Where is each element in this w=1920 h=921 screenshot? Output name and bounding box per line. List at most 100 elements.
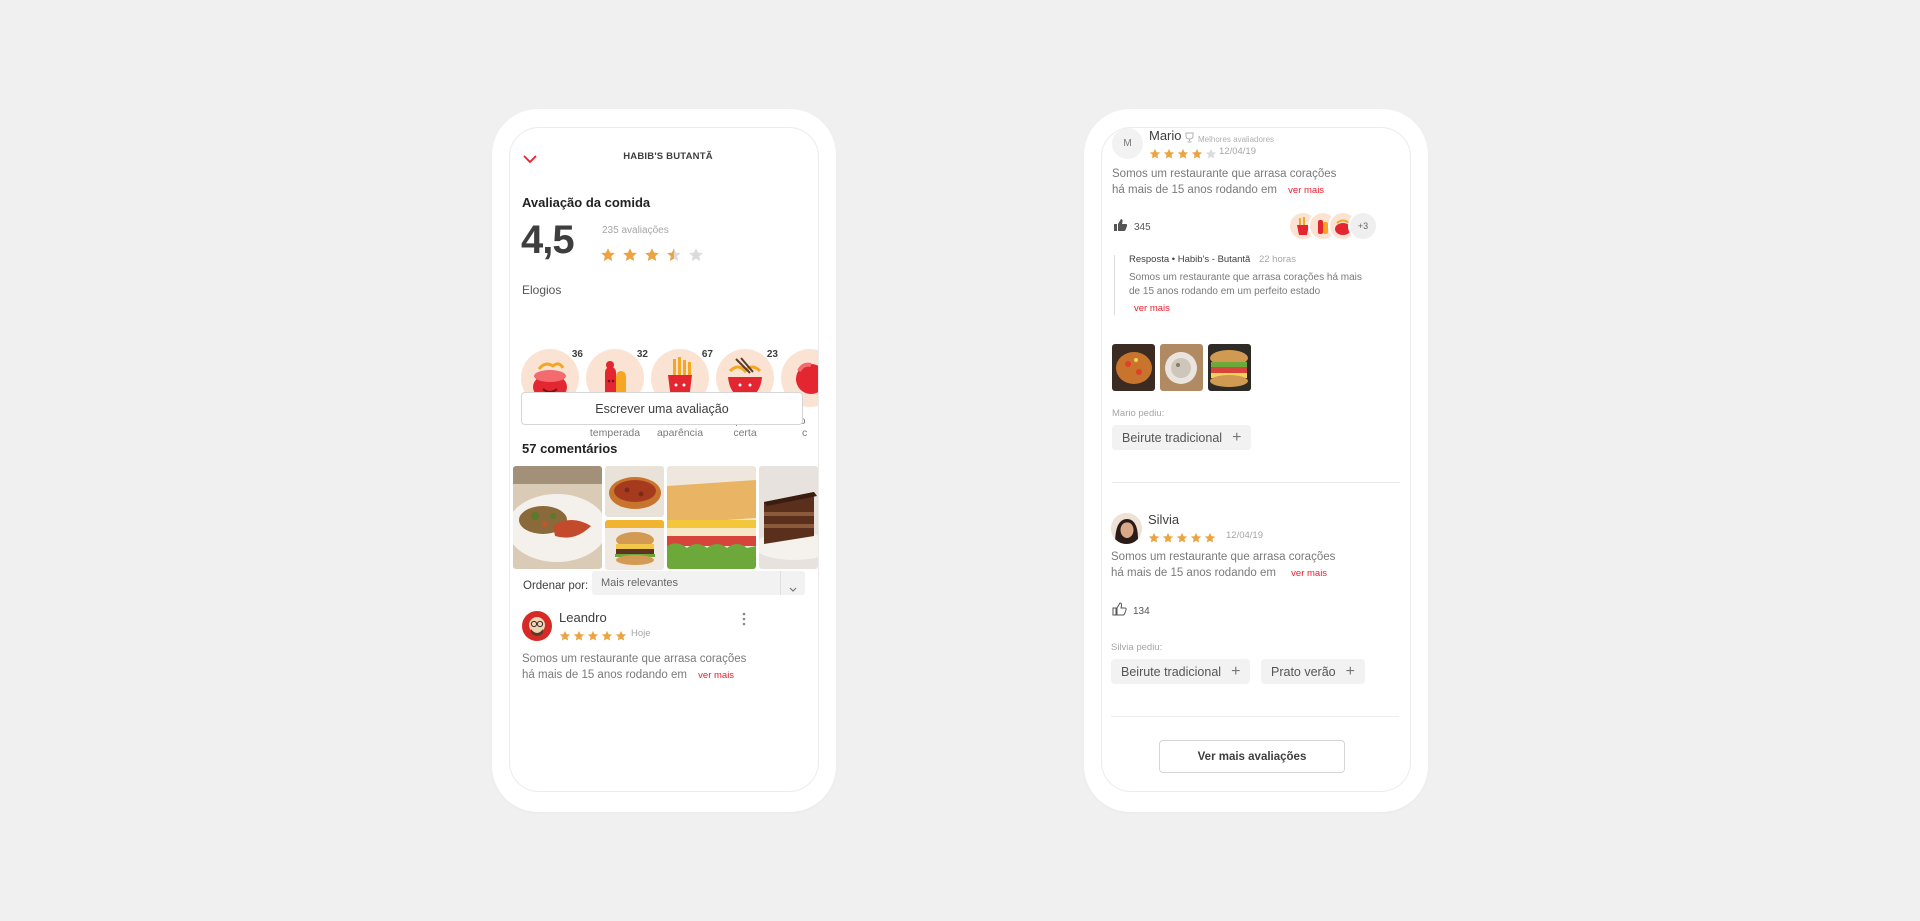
star-full-icon bbox=[1191, 148, 1203, 160]
review-text-line2: há mais de 15 anos rodando em bbox=[522, 669, 687, 681]
comments-title: 57 comentários bbox=[522, 441, 618, 456]
star-full-icon bbox=[573, 630, 585, 642]
plus-icon: + bbox=[1345, 662, 1355, 680]
review-text-line1: Somos um restaurante que arrasa corações bbox=[1111, 551, 1336, 563]
food-photo-sandwich[interactable] bbox=[667, 466, 756, 569]
review-stars bbox=[1149, 145, 1219, 159]
reviews-list-screen: M Mario Melhores avaliadores 12/04/19 So… bbox=[1101, 127, 1411, 792]
reply-block: Resposta • Habib's - Butantã 22 horas So… bbox=[1129, 254, 1399, 316]
review-photo-paella[interactable] bbox=[1112, 344, 1155, 391]
more-reviews-button[interactable]: Ver mais avaliações bbox=[1159, 740, 1345, 773]
star-full-icon bbox=[600, 247, 616, 263]
ordered-item-label: Beirute tradicional bbox=[1122, 430, 1223, 445]
star-empty-icon bbox=[1205, 148, 1217, 160]
compliments-title: Elogios bbox=[522, 283, 562, 297]
review-photo-dish[interactable] bbox=[1160, 344, 1203, 391]
ordered-item-chip[interactable]: Beirute tradicional + bbox=[1111, 659, 1251, 684]
review-stars bbox=[559, 627, 629, 641]
divider bbox=[1112, 482, 1400, 483]
avatar-initial: M bbox=[1123, 138, 1132, 149]
review-date: Hoje bbox=[631, 628, 651, 639]
star-full-icon bbox=[1176, 532, 1188, 544]
star-half-icon bbox=[666, 247, 682, 263]
plus-icon: + bbox=[1231, 662, 1241, 680]
ordered-item-chip[interactable]: Beirute tradicional + bbox=[1112, 425, 1252, 450]
star-full-icon bbox=[1163, 148, 1175, 160]
review-text-line2: há mais de 15 anos rodando em bbox=[1112, 184, 1277, 196]
star-full-icon bbox=[559, 630, 571, 642]
phone-left: HABIB'S BUTANTÃ Avaliação da comida 4,5 … bbox=[492, 109, 836, 812]
thumbs-up-outline-icon bbox=[1112, 602, 1127, 621]
sort-select-value: Mais relevantes bbox=[601, 577, 679, 589]
thumbs-up-icon bbox=[1113, 218, 1128, 237]
star-full-icon bbox=[1204, 532, 1216, 544]
compliment-label-line2: c bbox=[802, 427, 808, 439]
reviewer-name: Mario bbox=[1149, 128, 1182, 143]
rating-score: 4,5 bbox=[521, 218, 575, 262]
food-photo-pizza[interactable] bbox=[605, 466, 664, 517]
review-text: Somos um restaurante que arrasa corações… bbox=[1112, 166, 1402, 199]
like-button[interactable]: 134 bbox=[1112, 602, 1150, 621]
compliment-count: 23 bbox=[766, 349, 778, 360]
see-more-link[interactable]: ver mais bbox=[698, 670, 734, 681]
star-full-icon bbox=[1190, 532, 1202, 544]
more-reactions-badge[interactable]: +3 bbox=[1348, 211, 1378, 241]
compliment-label-line2: aparência bbox=[656, 427, 704, 439]
food-photo-grilled-fish[interactable] bbox=[513, 466, 602, 569]
reviewer-name: Leandro bbox=[559, 610, 607, 625]
reviewer-name: Silvia bbox=[1148, 512, 1180, 527]
like-button[interactable]: 345 bbox=[1113, 218, 1151, 237]
review-text-line1: Somos um restaurante que arrasa corações bbox=[522, 653, 747, 665]
star-full-icon bbox=[1149, 148, 1161, 160]
ordered-label: Mario pediu: bbox=[1112, 408, 1165, 419]
see-more-link[interactable]: ver mais bbox=[1291, 568, 1327, 579]
review-photo-sandwich[interactable] bbox=[1208, 344, 1251, 391]
star-full-icon bbox=[615, 630, 627, 642]
review-text: Somos um restaurante que arrasa corações… bbox=[1111, 549, 1401, 582]
rating-section-title: Avaliação da comida bbox=[522, 195, 651, 210]
divider bbox=[1111, 716, 1399, 717]
review-stars bbox=[1148, 529, 1218, 543]
like-count: 134 bbox=[1133, 606, 1150, 617]
review-options-icon[interactable] bbox=[742, 612, 746, 626]
sort-select[interactable]: Mais relevantes bbox=[592, 571, 805, 595]
food-photo-chocolate-cake[interactable] bbox=[759, 466, 818, 569]
ordered-label: Silvia pediu: bbox=[1111, 642, 1163, 653]
food-photo-burger[interactable] bbox=[605, 520, 664, 570]
see-more-link[interactable]: ver mais bbox=[1288, 185, 1324, 196]
ordered-item-chip[interactable]: Prato verão + bbox=[1261, 659, 1365, 684]
reply-text-line2: de 15 anos rodando em um perfeito estado bbox=[1129, 285, 1321, 297]
star-full-icon bbox=[644, 247, 660, 263]
compliment-count: 67 bbox=[701, 349, 713, 360]
star-full-icon bbox=[622, 247, 638, 263]
see-more-link[interactable]: ver mais bbox=[1129, 302, 1399, 316]
review-text: Somos um restaurante que arrasa corações… bbox=[522, 651, 812, 684]
plus-icon: + bbox=[1232, 428, 1242, 446]
rating-stars bbox=[600, 246, 710, 264]
avatar bbox=[1111, 513, 1142, 544]
star-full-icon bbox=[1177, 148, 1189, 160]
top-reviewer-label: Melhores avaliadores bbox=[1198, 134, 1275, 144]
avatar: M bbox=[1112, 128, 1143, 159]
restaurant-reviews-screen: HABIB'S BUTANTÃ Avaliação da comida 4,5 … bbox=[509, 127, 819, 792]
ordered-item-label: Prato verão bbox=[1271, 664, 1336, 679]
reply-text-line1: Somos um restaurante que arrasa corações… bbox=[1129, 272, 1362, 283]
rating-count: 235 avaliações bbox=[602, 225, 669, 236]
star-full-icon bbox=[601, 630, 613, 642]
compliment-label-line2: certa bbox=[733, 427, 757, 439]
compliment-count: 32 bbox=[636, 349, 648, 360]
sort-label: Ordenar por: bbox=[523, 580, 589, 592]
write-review-button[interactable]: Escrever uma avaliação bbox=[521, 392, 803, 425]
reactions-group[interactable]: +3 bbox=[1288, 211, 1398, 241]
review-date: 12/04/19 bbox=[1219, 146, 1256, 157]
reply-time: 22 horas bbox=[1258, 254, 1296, 265]
more-reactions-count: +3 bbox=[1357, 221, 1369, 231]
star-full-icon bbox=[587, 630, 599, 642]
star-empty-icon bbox=[688, 247, 704, 263]
like-count: 345 bbox=[1134, 222, 1151, 233]
review-text-line1: Somos um restaurante que arrasa corações bbox=[1112, 168, 1337, 180]
review-text-line2: há mais de 15 anos rodando em bbox=[1111, 567, 1276, 579]
phone-right: M Mario Melhores avaliadores 12/04/19 So… bbox=[1084, 109, 1428, 812]
chevron-down-icon bbox=[789, 580, 797, 598]
reply-divider bbox=[1114, 255, 1115, 315]
